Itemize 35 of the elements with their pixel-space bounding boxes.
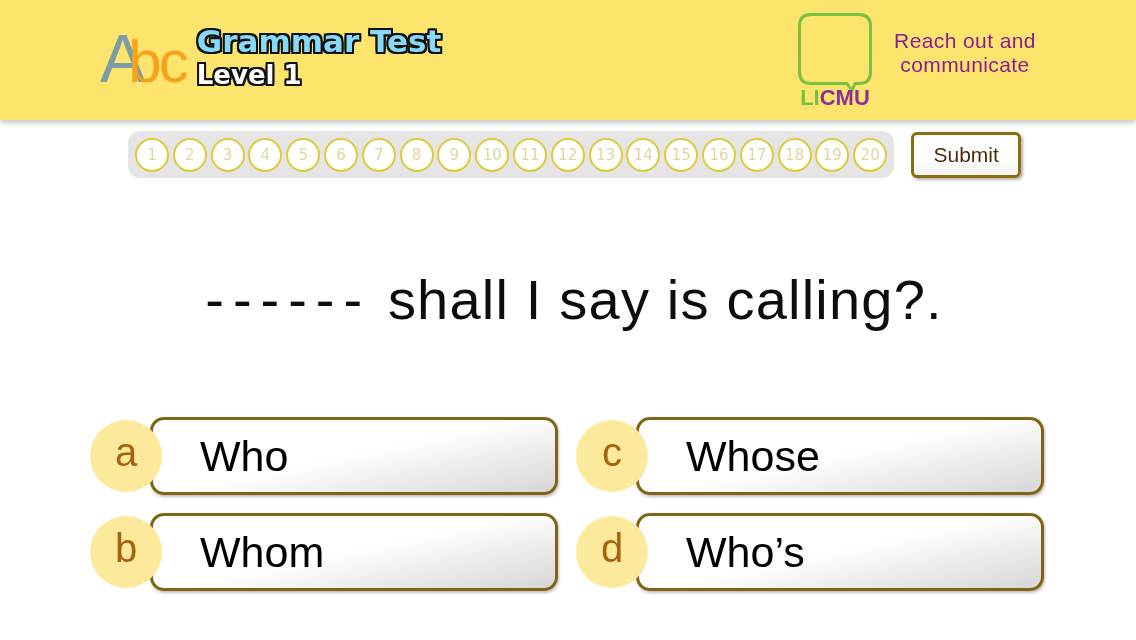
- question-number-button[interactable]: 17: [739, 137, 774, 172]
- answer-button[interactable]: Whom: [150, 513, 558, 591]
- question-number-button[interactable]: 16: [701, 137, 736, 172]
- question-number-button[interactable]: 2: [172, 137, 207, 172]
- question-number-button[interactable]: 4: [248, 137, 283, 172]
- option-letter: a: [90, 420, 162, 492]
- answer-button[interactable]: Who’s: [636, 513, 1044, 591]
- question-number-button[interactable]: 1: [135, 137, 169, 172]
- question-number-button[interactable]: 8: [399, 137, 434, 172]
- question-number-button[interactable]: 20: [853, 137, 888, 172]
- option-letter: d: [576, 516, 648, 588]
- question-number-button[interactable]: 19: [815, 137, 850, 172]
- question-number-button[interactable]: 6: [324, 137, 358, 172]
- brand-logo-text: LICMU: [800, 86, 870, 109]
- app-title: Grammar Test: [195, 23, 443, 59]
- answer-button[interactable]: Whose: [636, 417, 1044, 495]
- option-letter: c: [576, 420, 648, 492]
- tagline: Reach out and communicate: [893, 29, 1037, 77]
- submit-button[interactable]: Submit: [911, 131, 1022, 178]
- question-number-button[interactable]: 9: [437, 137, 472, 172]
- speech-bubble-icon: [797, 11, 873, 92]
- question-number-button[interactable]: 5: [286, 137, 321, 172]
- answer-button[interactable]: Who: [150, 417, 558, 495]
- question-number-button[interactable]: 14: [626, 137, 661, 172]
- question-text: ------ shall I say is calling?.: [204, 268, 944, 332]
- question-number-button[interactable]: 15: [664, 137, 699, 172]
- question-number-button[interactable]: 12: [550, 137, 585, 172]
- question-number-button[interactable]: 3: [210, 137, 245, 172]
- question-number-button[interactable]: 10: [475, 137, 510, 172]
- question-number-button[interactable]: 11: [512, 137, 547, 172]
- question-number-button[interactable]: 7: [361, 137, 396, 172]
- question-number-button[interactable]: 18: [777, 137, 812, 172]
- question-number-button[interactable]: 13: [588, 137, 623, 172]
- level-label: Level 1: [195, 59, 303, 91]
- option-letter: b: [90, 516, 162, 588]
